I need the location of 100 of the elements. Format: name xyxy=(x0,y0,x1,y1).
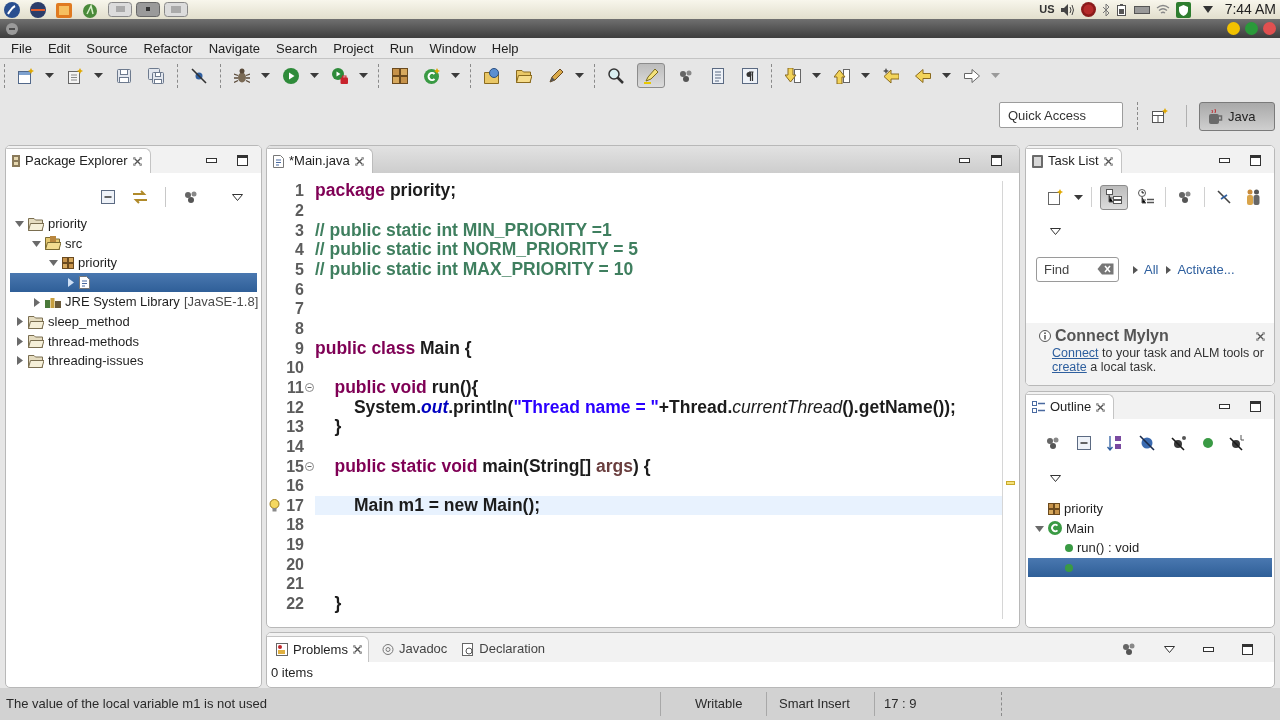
focus-button[interactable] xyxy=(1122,642,1136,656)
caret-icon[interactable] xyxy=(261,73,270,78)
categorized-button[interactable] xyxy=(1100,184,1128,210)
tree-item[interactable]: run() : void xyxy=(1028,538,1272,558)
editor-tab[interactable]: *Main.java xyxy=(267,148,373,173)
quick-access-field[interactable]: Quick Access xyxy=(999,102,1123,128)
menu-item[interactable]: Refactor xyxy=(135,39,201,57)
caret-right-icon[interactable] xyxy=(15,336,24,346)
caret-icon[interactable] xyxy=(1074,194,1083,200)
tree-item[interactable]: sleep_method xyxy=(10,311,257,332)
network-icon[interactable] xyxy=(1133,5,1150,14)
menu-item[interactable]: Help xyxy=(483,39,527,57)
record-icon[interactable] xyxy=(1080,2,1096,17)
hide-fields-button[interactable] xyxy=(1139,435,1155,451)
maximize-icon[interactable] xyxy=(237,155,248,166)
caret-icon[interactable] xyxy=(310,73,319,78)
mark-occurrences-button[interactable] xyxy=(637,63,665,88)
fold-icon[interactable] xyxy=(305,382,314,392)
tree-item[interactable]: priority xyxy=(1028,499,1272,519)
minimize-icon[interactable] xyxy=(959,158,970,163)
caret-icon[interactable] xyxy=(942,73,951,78)
menu-item[interactable]: Search xyxy=(268,39,326,57)
view-tab[interactable]: Outline xyxy=(1026,394,1115,419)
fold-icon[interactable] xyxy=(305,461,314,471)
close-icon[interactable] xyxy=(1096,402,1106,412)
close-icon[interactable] xyxy=(1103,156,1113,166)
close-icon[interactable] xyxy=(1256,331,1265,341)
hide-static-button[interactable] xyxy=(1171,435,1187,451)
minimize-icon[interactable] xyxy=(1227,22,1240,35)
view-menu-icon[interactable] xyxy=(232,193,243,201)
caret-icon[interactable] xyxy=(359,73,368,78)
view-tab[interactable]: Package Explorer xyxy=(6,148,151,173)
caret-down-icon[interactable] xyxy=(32,238,41,248)
view-menu-icon[interactable] xyxy=(1164,645,1175,653)
tree-item[interactable] xyxy=(10,272,257,293)
caret-icon[interactable] xyxy=(451,73,460,78)
tree-item[interactable]: Main xyxy=(1028,518,1272,539)
perspective-tab[interactable]: Java xyxy=(1199,102,1275,131)
tree-item[interactable]: priority xyxy=(10,214,257,234)
banner-link[interactable]: create xyxy=(1052,360,1087,374)
speaker-icon[interactable] xyxy=(1060,3,1075,16)
shield-icon[interactable] xyxy=(1175,1,1191,18)
menu-item[interactable]: File xyxy=(3,39,40,57)
menu-item[interactable]: Project xyxy=(325,39,382,57)
focus-button[interactable] xyxy=(1045,435,1061,451)
hide-local-types-button[interactable] xyxy=(1229,435,1245,451)
collapse-all-button[interactable] xyxy=(1077,436,1091,450)
focus-button[interactable] xyxy=(183,189,199,205)
open-perspective-button[interactable] xyxy=(1150,107,1170,125)
maximize-icon[interactable] xyxy=(1250,155,1261,166)
menu-item[interactable]: Navigate xyxy=(200,39,268,57)
filter-link[interactable]: All xyxy=(1133,259,1159,280)
window-menu-icon[interactable] xyxy=(6,22,18,35)
menu-item[interactable]: Window xyxy=(421,39,484,57)
launcher-icon[interactable] xyxy=(30,1,46,18)
sort-button[interactable] xyxy=(1107,435,1123,451)
maximize-icon[interactable] xyxy=(991,155,1002,166)
caret-icon[interactable] xyxy=(94,73,103,78)
fedora-logo-icon[interactable] xyxy=(4,1,20,18)
minimize-icon[interactable] xyxy=(206,158,217,163)
find-field[interactable]: Find xyxy=(1036,257,1119,282)
minimize-icon[interactable] xyxy=(1203,646,1214,652)
minimize-icon[interactable] xyxy=(1219,404,1230,409)
wifi-icon[interactable] xyxy=(1155,4,1170,15)
window-thumbnail-icon[interactable] xyxy=(164,2,188,17)
close-icon[interactable] xyxy=(354,156,364,166)
link-editor-button[interactable] xyxy=(132,190,148,204)
app-icon[interactable] xyxy=(82,1,98,18)
menu-item[interactable]: Edit xyxy=(39,39,79,57)
app-icon[interactable] xyxy=(56,1,72,18)
caret-right-icon[interactable] xyxy=(32,297,41,307)
close-icon[interactable] xyxy=(352,645,362,654)
maximize-icon[interactable] xyxy=(1242,643,1253,655)
caret-icon[interactable] xyxy=(812,73,821,78)
caret-down-icon[interactable] xyxy=(15,219,24,229)
menu-item[interactable]: Source xyxy=(78,39,136,57)
close-icon[interactable] xyxy=(132,156,142,166)
view-tab[interactable]: Problems xyxy=(267,636,369,662)
banner-link[interactable]: Connect xyxy=(1052,346,1099,360)
window-thumbnail-icon[interactable] xyxy=(136,2,160,17)
view-menu-icon[interactable] xyxy=(1050,474,1061,482)
caret-down-icon[interactable] xyxy=(1035,523,1044,533)
tree-item[interactable]: threading-issues xyxy=(10,351,257,371)
caret-down-icon[interactable] xyxy=(49,258,58,268)
collapse-all-button[interactable] xyxy=(101,190,115,204)
battery-icon[interactable] xyxy=(1116,3,1126,16)
caret-icon[interactable] xyxy=(1202,6,1213,13)
minimize-icon[interactable] xyxy=(1219,158,1230,163)
bluetooth-icon[interactable] xyxy=(1101,3,1110,16)
caret-right-icon[interactable] xyxy=(15,317,24,327)
view-menu-icon[interactable] xyxy=(1050,227,1061,235)
tree-item[interactable]: thread-methods xyxy=(10,331,257,352)
tree-item[interactable] xyxy=(1028,557,1272,578)
view-tab[interactable]: Task List xyxy=(1026,148,1122,173)
tree-item[interactable]: priority xyxy=(10,253,257,273)
clock[interactable]: 7:44 AM xyxy=(1224,0,1276,20)
maximize-icon[interactable] xyxy=(1250,401,1261,412)
window-thumbnail-icon[interactable] xyxy=(108,2,132,17)
tree-item[interactable]: JRE System Library [JavaSE-1.8] xyxy=(10,292,257,312)
tree-item[interactable]: src xyxy=(10,233,257,254)
